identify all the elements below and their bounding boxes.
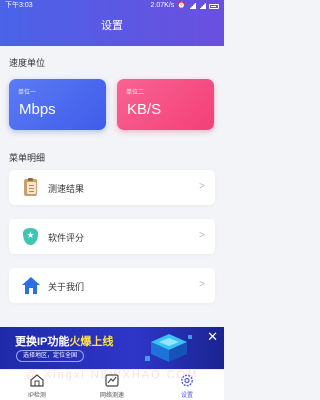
- status-speed: 2.07K/s: [150, 2, 175, 9]
- unit-card-value: Mbps: [19, 101, 56, 118]
- menu-item-app-rating[interactable]: ★ 软件评分 >: [9, 219, 215, 254]
- ad-banner[interactable]: 更换IP功能火爆上线 选择地区，定位全国 ✕: [0, 327, 224, 369]
- tab-label: IP检测: [28, 393, 46, 399]
- ad-subtext: 选择地区，定位全国: [16, 350, 85, 362]
- menu-item-speed-results[interactable]: 测速结果 >: [9, 170, 215, 205]
- unit-card-value: KB/S: [127, 101, 162, 118]
- ad-headline: 更换IP功能火爆上线: [15, 336, 114, 348]
- chevron-right-icon: >: [199, 230, 205, 241]
- menu-section-title: 菜单明细: [9, 153, 46, 163]
- chevron-right-icon: >: [199, 279, 205, 290]
- status-indicators: 2.07K/s ⏰: [151, 0, 219, 12]
- close-icon[interactable]: ✕: [207, 329, 218, 345]
- home-icon: [22, 277, 40, 294]
- signal-icon: [199, 3, 206, 9]
- tab-label: 网络测速: [99, 393, 124, 399]
- speed-unit-section-title: 速度单位: [9, 58, 46, 68]
- unit-card-label: 单位一: [18, 90, 37, 96]
- wifi-icon: [189, 3, 196, 9]
- clipboard-icon: [22, 178, 39, 196]
- menu-item-about-us[interactable]: 关于我们 >: [9, 268, 215, 303]
- battery-icon: [209, 3, 219, 9]
- server-cubes-icon: [145, 334, 192, 362]
- menu-item-label: 测速结果: [48, 184, 85, 194]
- unit-card-mbps[interactable]: 单位一 Mbps: [9, 79, 106, 130]
- page-title: 设置: [101, 20, 123, 32]
- status-time: 下午3:03: [5, 2, 33, 9]
- tab-label: 设置: [180, 393, 193, 399]
- alarm-icon: ⏰: [177, 2, 186, 9]
- status-bar: 下午3:03 2.07K/s ⏰: [0, 0, 224, 12]
- watermark: @ Xingxi NEWXHAO.COM: [25, 369, 199, 381]
- chevron-right-icon: >: [199, 181, 205, 192]
- menu-item-label: 关于我们: [48, 282, 85, 292]
- star-shield-icon: ★: [22, 228, 39, 245]
- top-bar: 下午3:03 2.07K/s ⏰ 设置: [0, 0, 224, 46]
- unit-card-label: 单位二: [126, 90, 145, 96]
- menu-item-label: 软件评分: [48, 233, 85, 243]
- unit-card-kbs[interactable]: 单位二 KB/S: [117, 79, 214, 130]
